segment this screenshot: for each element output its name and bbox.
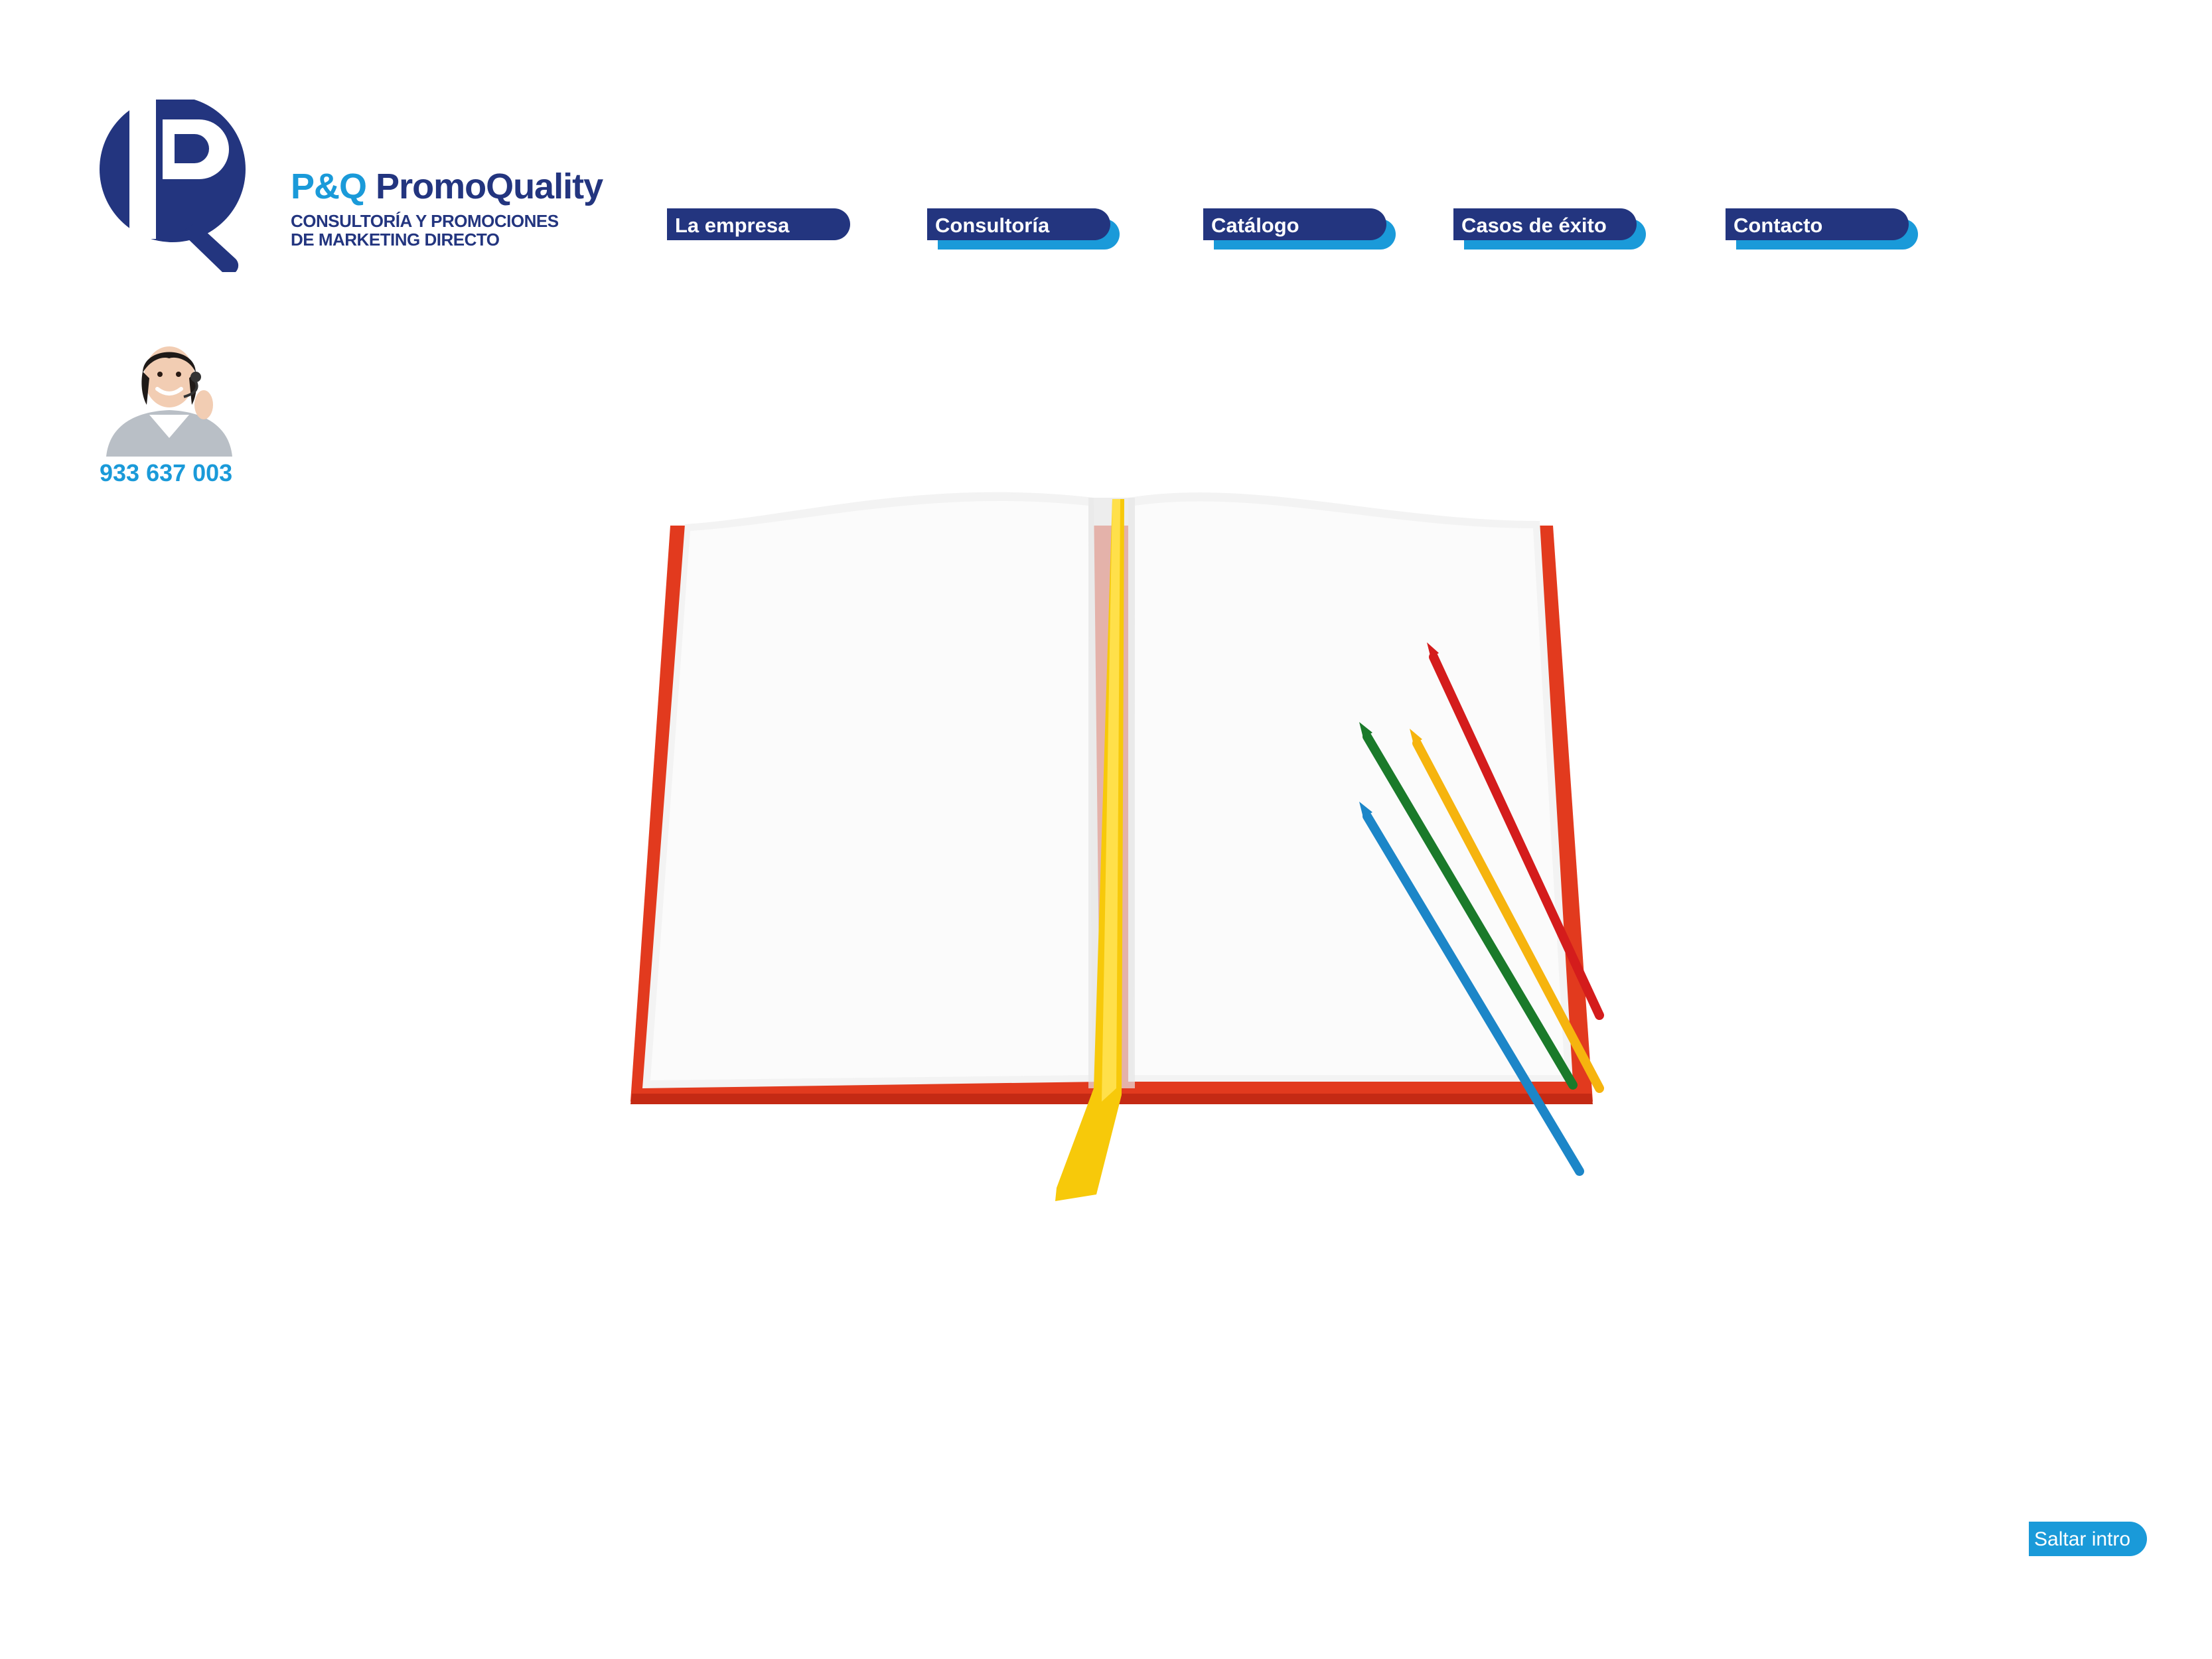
nav-item-label: Catálogo (1211, 214, 1299, 237)
brand-name-promoquality: PromoQuality (376, 167, 603, 206)
nav-item-label: Consultoría (935, 214, 1050, 237)
nav-button-face: Consultoría (927, 208, 1110, 240)
nav-item-label: Contacto (1733, 214, 1823, 237)
phone-number[interactable]: 933 637 003 (100, 459, 232, 487)
brand-tagline-line1: CONSULTORÍA Y PROMOCIONES (291, 211, 559, 231)
brand-name: P&Q PromoQuality (291, 166, 603, 207)
nav-item-label: La empresa (675, 214, 790, 237)
pq-logo-icon (100, 100, 246, 272)
nav-item-contacto[interactable]: Contacto (1726, 208, 1918, 255)
nav-item-la-empresa[interactable]: La empresa (667, 208, 859, 255)
nav-item-casos-de-exito[interactable]: Casos de éxito (1453, 208, 1646, 255)
skip-intro-label: Saltar intro (2034, 1528, 2131, 1550)
nav-button-face: Casos de éxito (1453, 208, 1637, 240)
nav-item-label: Casos de éxito (1461, 214, 1607, 237)
nav-item-catalogo[interactable]: Catálogo (1203, 208, 1396, 255)
brand-tagline-line2: DE MARKETING DIRECTO (291, 230, 500, 250)
skip-intro-button[interactable]: Saltar intro (2029, 1522, 2147, 1556)
headset-agent-photo (106, 346, 232, 457)
nav-button-face: Catálogo (1203, 208, 1386, 240)
nav-item-consultoria[interactable]: Consultoría (927, 208, 1120, 255)
notebook-illustration (630, 492, 1604, 1201)
brand-name-pq: P&Q (291, 167, 367, 206)
logo[interactable]: P&Q PromoQuality CONSULTORÍA Y PROMOCION… (96, 100, 603, 279)
nav-button-face: La empresa (667, 208, 850, 240)
nav-button-face: Contacto (1726, 208, 1909, 240)
